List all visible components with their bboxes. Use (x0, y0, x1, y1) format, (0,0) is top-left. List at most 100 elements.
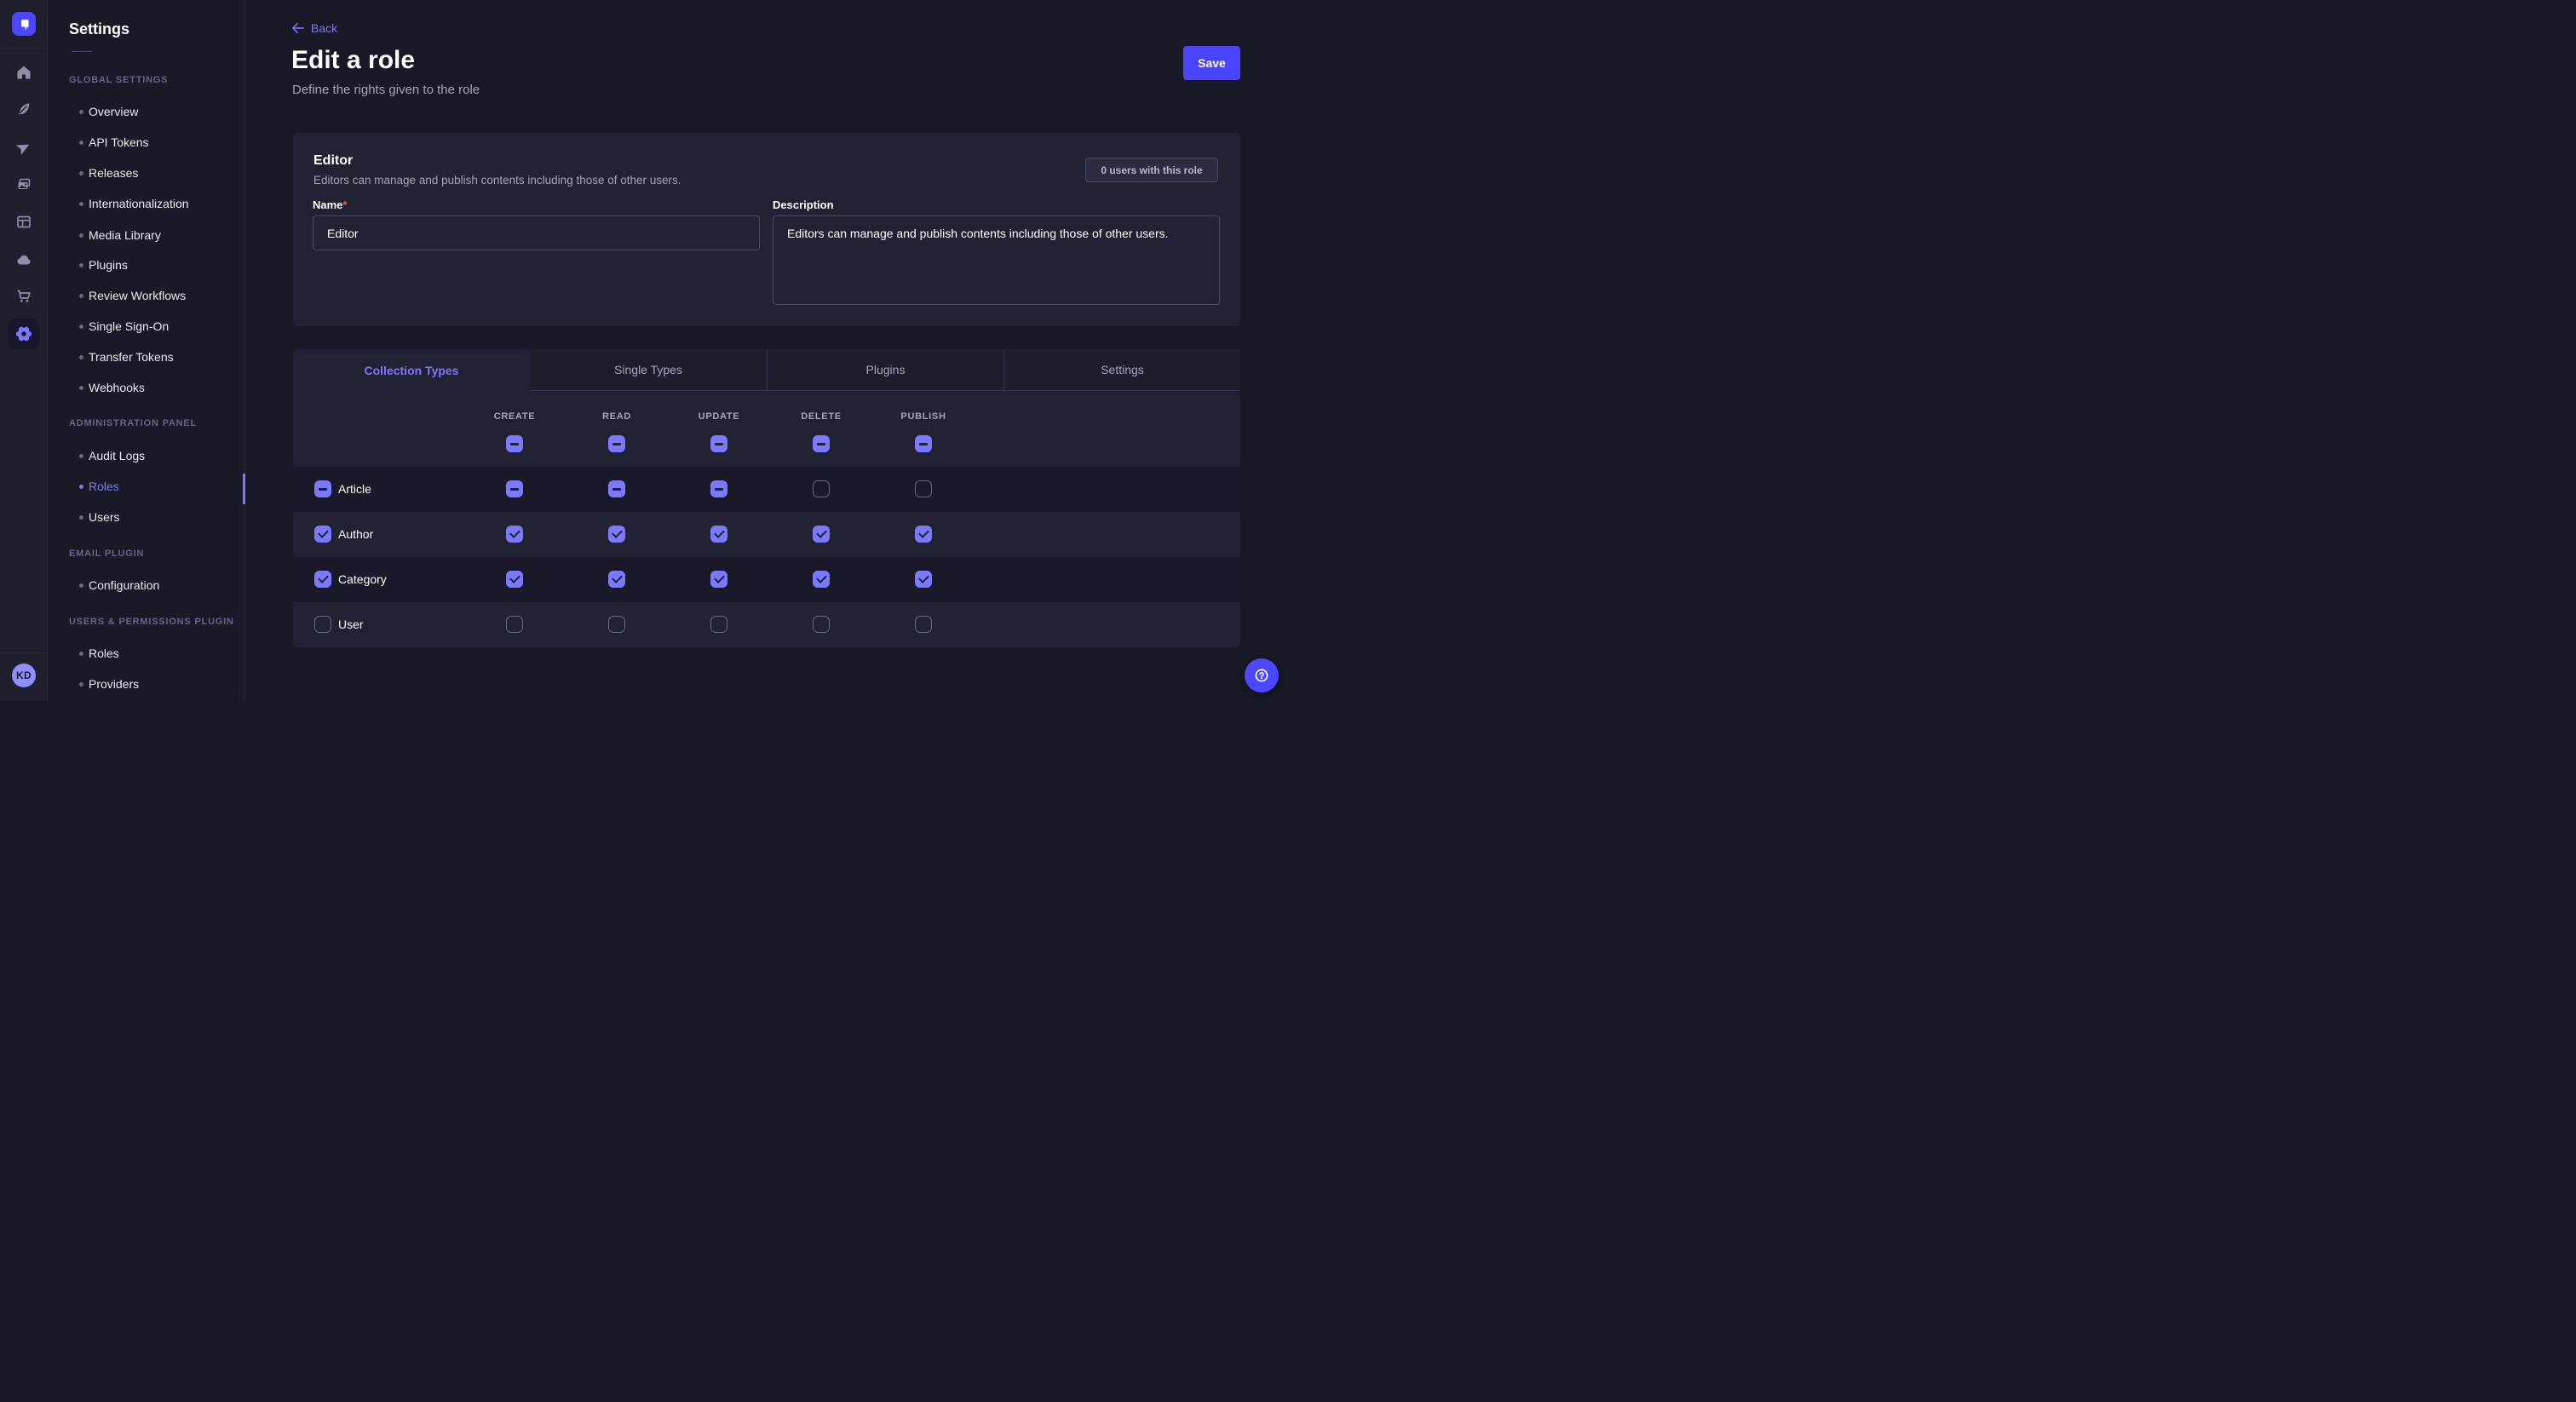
row-select-checkbox[interactable] (314, 571, 331, 588)
author-publish-checkbox[interactable] (915, 526, 932, 543)
article-update-checkbox[interactable] (710, 480, 727, 497)
user-update-checkbox[interactable] (710, 616, 727, 633)
page-subtitle: Define the rights given to the role (292, 83, 480, 97)
bullet-icon (79, 454, 83, 458)
bullet-icon (79, 263, 83, 267)
row-select-checkbox[interactable] (314, 526, 331, 543)
bullet-icon (79, 233, 83, 238)
row-select-checkbox[interactable] (314, 616, 331, 633)
article-delete-checkbox[interactable] (813, 480, 830, 497)
user-publish-checkbox[interactable] (915, 616, 932, 633)
content-manager-icon[interactable] (15, 213, 32, 230)
user-read-checkbox[interactable] (608, 616, 625, 633)
bullet-icon (79, 171, 83, 175)
cloud-icon[interactable] (15, 251, 32, 268)
column-header-read: READ (566, 411, 668, 422)
home-icon[interactable] (15, 64, 32, 81)
sidebar-item-plugins[interactable]: Plugins (48, 257, 245, 274)
description-field-label: Description (773, 198, 834, 211)
category-delete-checkbox[interactable] (813, 571, 830, 588)
active-item-indicator (243, 474, 245, 504)
strapi-logo[interactable] (12, 12, 36, 36)
sidebar-item-single-sign-on[interactable]: Single Sign-On (48, 319, 245, 336)
row-label: User (338, 618, 364, 631)
sidebar-item-providers[interactable]: Providers (48, 676, 245, 693)
row-label: Category (338, 572, 387, 586)
sidebar-item-review-workflows[interactable]: Review Workflows (48, 288, 245, 305)
user-create-checkbox[interactable] (506, 616, 523, 633)
sidebar-item-users[interactable]: Users (48, 509, 245, 526)
bullet-icon (79, 682, 83, 687)
bullet-icon (79, 202, 83, 206)
tab-settings[interactable]: Settings (1003, 349, 1240, 391)
name-input[interactable] (313, 215, 760, 250)
row-select-checkbox[interactable] (314, 480, 331, 497)
name-field-label: Name* (313, 198, 347, 211)
sidebar-item-webhooks[interactable]: Webhooks (48, 380, 245, 397)
app-window: KD Settings GLOBAL SETTINGS Overview API… (0, 0, 1288, 701)
author-read-checkbox[interactable] (608, 526, 625, 543)
category-read-checkbox[interactable] (608, 571, 625, 588)
section-users-permissions-plugin: USERS & PERMISSIONS PLUGIN (69, 617, 234, 627)
sidebar-item-api-tokens[interactable]: API Tokens (48, 135, 245, 152)
author-delete-checkbox[interactable] (813, 526, 830, 543)
category-create-checkbox[interactable] (506, 571, 523, 588)
help-button[interactable] (1245, 658, 1279, 692)
tab-single-types[interactable]: Single Types (530, 349, 767, 391)
category-update-checkbox[interactable] (710, 571, 727, 588)
back-label: Back (311, 21, 337, 35)
subnav-title: Settings (69, 20, 129, 38)
user-delete-checkbox[interactable] (813, 616, 830, 633)
sidebar-item-roles-active[interactable]: Roles (48, 479, 245, 496)
select-all-read-checkbox[interactable] (608, 435, 625, 452)
back-arrow-icon (291, 22, 304, 34)
select-all-update-checkbox[interactable] (710, 435, 727, 452)
tab-plugins[interactable]: Plugins (767, 349, 1003, 391)
table-row-category: Category (293, 557, 1240, 602)
settings-subnav: Settings GLOBAL SETTINGS Overview API To… (48, 0, 245, 701)
back-link[interactable]: Back (291, 21, 337, 35)
select-all-delete-checkbox[interactable] (813, 435, 830, 452)
main-nav-rail: KD (0, 0, 48, 701)
select-all-publish-checkbox[interactable] (915, 435, 932, 452)
sidebar-item-media-library[interactable]: Media Library (48, 227, 245, 244)
author-update-checkbox[interactable] (710, 526, 727, 543)
gear-icon (14, 325, 33, 343)
select-all-create-checkbox[interactable] (506, 435, 523, 452)
bullet-icon (79, 355, 83, 359)
row-label: Article (338, 482, 371, 496)
marketplace-icon[interactable] (15, 288, 32, 305)
author-create-checkbox[interactable] (506, 526, 523, 543)
save-button[interactable]: Save (1183, 46, 1240, 80)
sidebar-item-releases[interactable]: Releases (48, 165, 245, 182)
deploy-icon[interactable] (15, 139, 32, 156)
sidebar-item-transfer-tokens[interactable]: Transfer Tokens (48, 349, 245, 366)
sidebar-item-configuration[interactable]: Configuration (48, 577, 245, 595)
sidebar-item-audit-logs[interactable]: Audit Logs (48, 448, 245, 465)
article-publish-checkbox[interactable] (915, 480, 932, 497)
strapi-logo-icon (15, 15, 32, 32)
sidebar-item-up-roles[interactable]: Roles (48, 646, 245, 663)
article-read-checkbox[interactable] (608, 480, 625, 497)
user-avatar[interactable]: KD (12, 664, 36, 687)
sidebar-item-overview[interactable]: Overview (48, 104, 245, 121)
media-library-icon[interactable] (15, 176, 32, 193)
bullet-icon (79, 325, 83, 329)
users-with-role-badge[interactable]: 0 users with this role (1085, 158, 1218, 182)
category-publish-checkbox[interactable] (915, 571, 932, 588)
permissions-table: CREATE READ UPDATE DELETE PUBLISH Articl… (293, 391, 1240, 647)
rail-bottom-divider (0, 652, 48, 653)
article-create-checkbox[interactable] (506, 480, 523, 497)
role-info-card: Editor Editors can manage and publish co… (293, 133, 1240, 326)
settings-icon-active[interactable] (9, 319, 39, 349)
sidebar-item-internationalization[interactable]: Internationalization (48, 196, 245, 213)
section-global-settings: GLOBAL SETTINGS (69, 75, 168, 85)
column-header-create: CREATE (463, 411, 566, 422)
description-textarea[interactable]: Editors can manage and publish contents … (773, 215, 1220, 305)
tab-collection-types[interactable]: Collection Types (293, 349, 530, 391)
content-type-builder-icon[interactable] (15, 101, 32, 118)
bullet-icon (79, 485, 83, 489)
bullet-icon (79, 652, 83, 656)
bullet-icon (79, 583, 83, 588)
section-administration-panel: ADMINISTRATION PANEL (69, 418, 197, 428)
